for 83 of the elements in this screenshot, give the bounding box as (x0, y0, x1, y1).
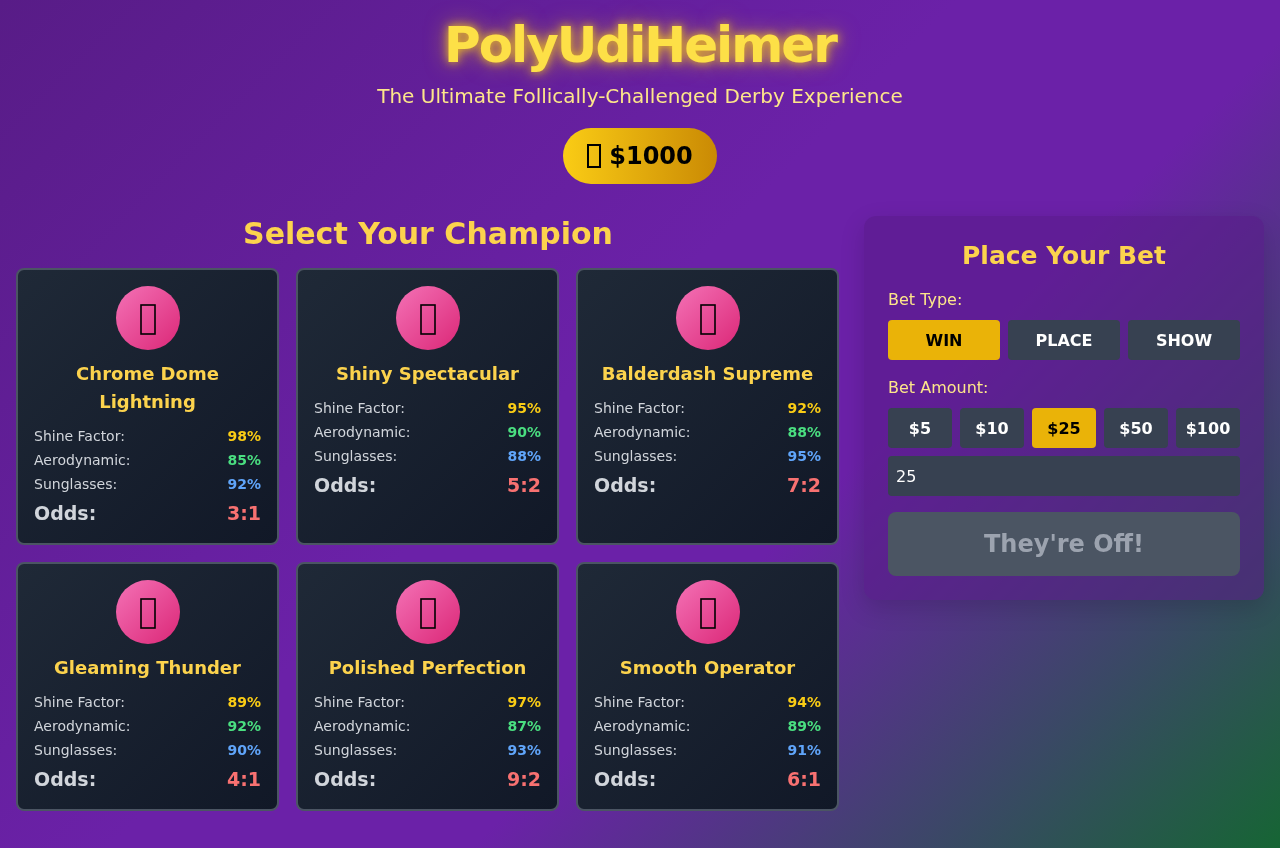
stat-label: Sunglasses: (594, 742, 678, 758)
avatar-icon (395, 580, 460, 644)
amount-button[interactable]: $10 (960, 408, 1024, 448)
amount-button[interactable]: $5 (888, 408, 952, 448)
champion-name: Gleaming Thunder (53, 656, 242, 680)
champion-card[interactable]: Chrome Dome Lightning Shine Factor: 98% Aerodynamic: 85% Sunglasses: 92% Odds: 3:1 (16, 268, 279, 545)
stat-label: Shine Factor: (314, 694, 405, 710)
field-label: Bet Type: (888, 289, 963, 311)
bet-type-button[interactable]: PLACE (1008, 320, 1120, 360)
odds-value: 3:1 (226, 502, 261, 524)
stat-value: 97% (507, 694, 541, 710)
odds-label: Odds: (34, 768, 97, 790)
stat-label: Shine Factor: (34, 694, 125, 710)
champion-name: Polished Perfection (327, 656, 528, 680)
odds-value: 7:2 (786, 474, 821, 496)
stat-label: Shine Factor: (594, 694, 685, 710)
stat-value: 92% (227, 476, 261, 492)
stat-label: Aerodynamic: (594, 718, 691, 734)
app-subtitle: The Ultimate Follically-Challenged Derby Experience (377, 83, 903, 110)
avatar-icon (675, 580, 740, 644)
champion-name: Shiny Spectacular (335, 362, 520, 386)
field-label: Bet Amount: (888, 377, 989, 399)
champion-name: Balderdash Supreme (600, 362, 815, 386)
champion-card[interactable]: Smooth Operator Shine Factor: 94% Aerodynamic: 89% Sunglasses: 91% Odds: 6:1 (576, 562, 839, 811)
stat-label: Sunglasses: (314, 448, 398, 464)
odds-label: Odds: (34, 502, 97, 524)
stat-value: 85% (227, 452, 261, 468)
avatar-icon (115, 580, 180, 644)
stat-label: Aerodynamic: (34, 452, 131, 468)
panel-title: Place Your Bet (962, 240, 1166, 272)
stat-value: 95% (507, 400, 541, 416)
stat-value: 92% (227, 718, 261, 734)
stat-label: Sunglasses: (34, 742, 118, 758)
amount-button[interactable]: $25 (1032, 408, 1096, 448)
stat-label: Aerodynamic: (314, 424, 411, 440)
stat-label: Aerodynamic: (594, 424, 691, 440)
missing-glyph-icon (587, 144, 602, 168)
stat-label: Shine Factor: (594, 400, 685, 416)
stat-value: 87% (507, 718, 541, 734)
amount-input[interactable]: 25 (888, 456, 1240, 496)
avatar-icon (675, 286, 740, 350)
bet-type-button[interactable]: SHOW (1128, 320, 1240, 360)
stat-label: Sunglasses: (594, 448, 678, 464)
stat-value: 94% (787, 694, 821, 710)
stat-label: Sunglasses: (314, 742, 398, 758)
stat-label: Shine Factor: (314, 400, 405, 416)
stat-label: Sunglasses: (34, 476, 118, 492)
champion-card[interactable]: Balderdash Supreme Shine Factor: 92% Aerodynamic: 88% Sunglasses: 95% Odds: 7:2 (576, 268, 839, 545)
stat-value: 89% (787, 718, 821, 734)
stat-value: 88% (507, 448, 541, 464)
stat-value: 91% (787, 742, 821, 758)
stat-value: 90% (227, 742, 261, 758)
odds-label: Odds: (314, 768, 377, 790)
section-heading: Select Your Champion (243, 216, 613, 252)
champion-name: Smooth Operator (618, 656, 797, 680)
avatar-icon (395, 286, 460, 350)
champion-card[interactable]: Gleaming Thunder Shine Factor: 89% Aerodynamic: 92% Sunglasses: 90% Odds: 4:1 (16, 562, 279, 811)
stat-label: Shine Factor: (34, 428, 125, 444)
bet-type-button[interactable]: WIN (888, 320, 1000, 360)
stat-value: 92% (787, 400, 821, 416)
odds-value: 4:1 (226, 768, 261, 790)
stat-label: Aerodynamic: (34, 718, 131, 734)
amount-button[interactable]: $100 (1176, 408, 1240, 448)
avatar-icon (115, 286, 180, 350)
stat-value: 98% (227, 428, 261, 444)
champion-card[interactable]: Shiny Spectacular Shine Factor: 95% Aerodynamic: 90% Sunglasses: 88% Odds: 5:2 (296, 268, 559, 545)
stat-value: 93% (507, 742, 541, 758)
odds-value: 6:1 (786, 768, 821, 790)
stat-label: Aerodynamic: (314, 718, 411, 734)
stat-value: 88% (787, 424, 821, 440)
odds-value: 9:2 (506, 768, 541, 790)
app-title: PolyUdiHeimer (444, 15, 836, 76)
stat-value: 95% (787, 448, 821, 464)
odds-label: Odds: (594, 768, 657, 790)
odds-label: Odds: (594, 474, 657, 496)
champion-card[interactable]: Polished Perfection Shine Factor: 97% Aerodynamic: 87% Sunglasses: 93% Odds: 9:2 (296, 562, 559, 811)
odds-label: Odds: (314, 474, 377, 496)
stat-value: 89% (227, 694, 261, 710)
champion-name: Chrome Dome Lightning (75, 362, 220, 414)
balance-amount: $1000 (609, 142, 693, 170)
amount-button[interactable]: $50 (1104, 408, 1168, 448)
odds-value: 5:2 (506, 474, 541, 496)
stat-value: 90% (507, 424, 541, 440)
